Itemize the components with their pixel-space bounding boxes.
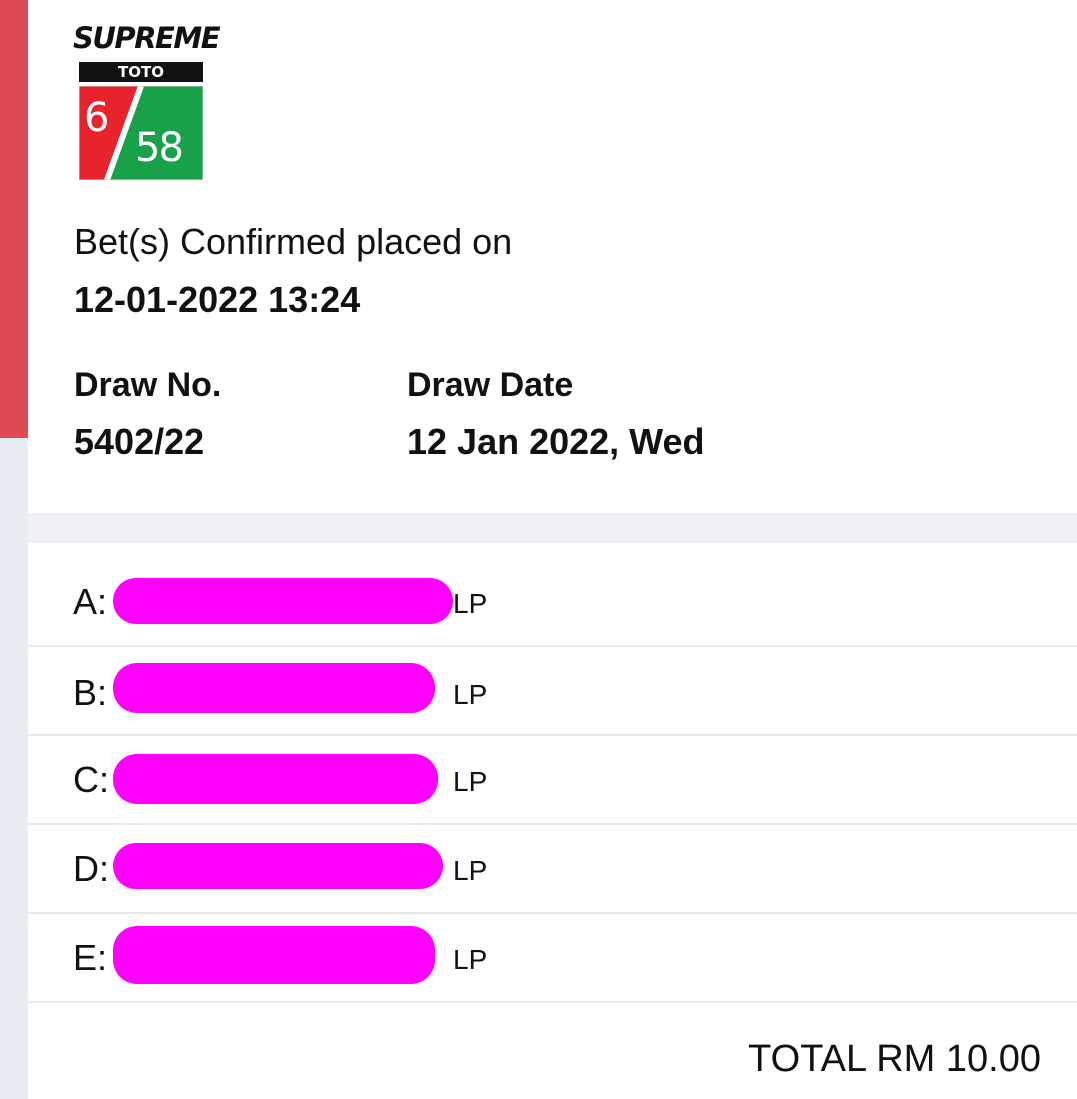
draw-number-label: Draw No. xyxy=(74,366,222,404)
draw-date-label: Draw Date xyxy=(407,366,574,404)
bet-type: LP xyxy=(453,855,488,886)
redaction-mark xyxy=(113,754,438,804)
bet-row-c: C: LP xyxy=(28,736,1077,825)
left-gutter xyxy=(0,438,28,1099)
redaction-mark xyxy=(113,843,443,889)
logo-brand-text: SUPREME xyxy=(73,21,221,55)
logo-digit-right: 58 xyxy=(135,125,184,171)
bet-row-b: B: LP xyxy=(28,647,1077,736)
confirmation-label: Bet(s) Confirmed placed on xyxy=(74,221,513,262)
bet-letter: C: xyxy=(73,759,109,800)
confirmation-datetime: 12-01-2022 13:24 xyxy=(74,279,361,320)
bet-type: LP xyxy=(453,766,488,797)
draw-number-value: 5402/22 xyxy=(74,421,205,462)
bet-row-a: A: LP xyxy=(28,558,1077,647)
redaction-mark xyxy=(113,578,453,624)
bet-letter: B: xyxy=(73,672,108,713)
bet-row-e: E: LP xyxy=(28,914,1077,1003)
redaction-mark xyxy=(113,926,435,984)
logo-digit-left: 6 xyxy=(84,95,110,141)
bet-type: LP xyxy=(453,679,488,710)
logo-6-58-badge: 6 58 xyxy=(78,84,204,182)
total-amount: TOTAL RM 10.00 xyxy=(748,1038,1041,1080)
redaction-mark xyxy=(113,663,435,713)
bet-letter: D: xyxy=(73,848,109,889)
left-accent-bar xyxy=(0,0,28,438)
bet-letter: E: xyxy=(73,937,108,978)
draw-date-value: 12 Jan 2022, Wed xyxy=(407,421,705,462)
logo-game-text: TOTO xyxy=(79,62,203,82)
bet-type: LP xyxy=(453,944,488,975)
bet-letter: A: xyxy=(73,581,108,622)
supreme-toto-logo: SUPREME TOTO 6 58 xyxy=(73,20,221,185)
bet-type: LP xyxy=(453,588,488,619)
bet-row-d: D: LP xyxy=(28,825,1077,914)
